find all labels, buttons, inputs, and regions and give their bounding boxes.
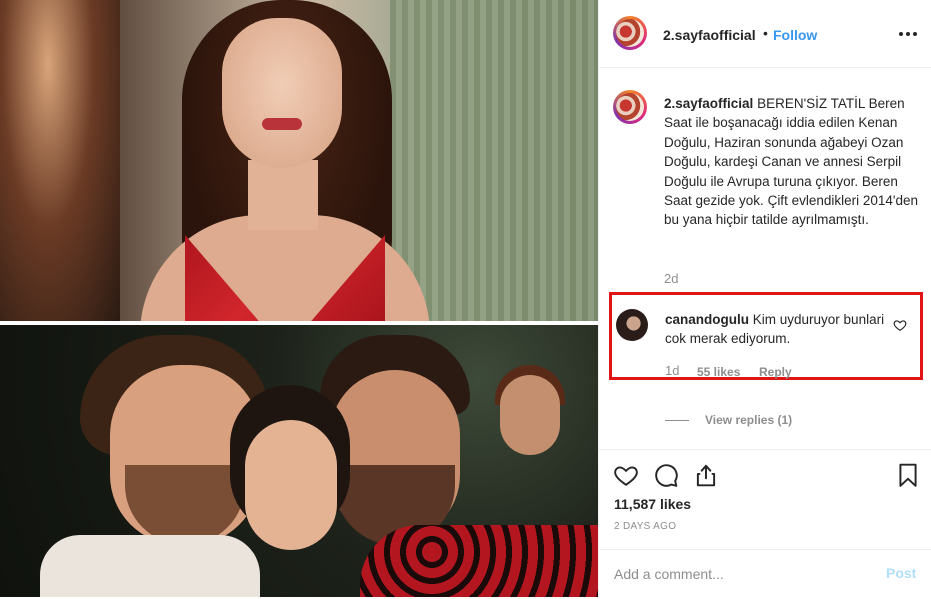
commenter-avatar[interactable] xyxy=(616,309,648,341)
caption-body: BEREN'SİZ TATİL Beren Saat ile boşanacağ… xyxy=(664,96,918,228)
comment-input[interactable] xyxy=(614,564,864,584)
comment-username[interactable]: canandogulu xyxy=(665,312,749,327)
username-link[interactable]: 2.sayfaofficial xyxy=(663,27,756,43)
avatar[interactable] xyxy=(613,16,647,50)
post-timestamp[interactable]: 2 DAYS AGO xyxy=(614,521,676,532)
caption-timestamp[interactable]: 2d xyxy=(664,271,678,286)
caption-username[interactable]: 2.sayfaofficial xyxy=(664,96,753,111)
highlighted-comment: canandogulu Kim uyduruyor bunlari cok me… xyxy=(609,292,923,380)
post-header: 2.sayfaofficial • Follow xyxy=(599,0,931,68)
comment-meta: 1d 55 likes Reply xyxy=(665,363,792,379)
more-options-icon[interactable] xyxy=(899,26,919,42)
post-sidebar: 2.sayfaofficial • Follow 2.sayfaofficial… xyxy=(598,0,931,597)
separator-dot: • xyxy=(763,25,768,41)
photo-woman-red-dress xyxy=(0,0,598,321)
bookmark-icon[interactable] xyxy=(895,462,921,488)
replies-line xyxy=(665,420,689,422)
view-replies-button[interactable]: View replies (1) xyxy=(665,413,792,427)
likes-count[interactable]: 11,587 likes xyxy=(614,496,691,512)
caption-text: 2.sayfaofficial BEREN'SİZ TATİL Beren Sa… xyxy=(664,94,919,230)
view-replies-label[interactable]: View replies (1) xyxy=(705,413,792,427)
reply-button[interactable]: Reply xyxy=(759,365,792,379)
post-actions: 11,587 likes 2 DAYS AGO Post xyxy=(599,449,931,599)
comment-bubble-icon[interactable] xyxy=(653,462,679,488)
add-comment-bar: Post xyxy=(599,549,931,599)
follow-button[interactable]: Follow xyxy=(773,27,817,43)
like-heart-icon[interactable] xyxy=(613,462,639,488)
comment-likes[interactable]: 55 likes xyxy=(697,365,740,379)
share-icon[interactable] xyxy=(693,462,719,488)
photo-group-three-people xyxy=(0,325,598,597)
post-comment-button[interactable]: Post xyxy=(886,565,916,581)
post-image[interactable] xyxy=(0,0,598,597)
comment-text: canandogulu Kim uyduruyor bunlari cok me… xyxy=(665,311,885,348)
comment-timestamp[interactable]: 1d xyxy=(665,363,679,378)
heart-icon[interactable] xyxy=(893,318,907,332)
caption-avatar[interactable] xyxy=(613,90,647,124)
